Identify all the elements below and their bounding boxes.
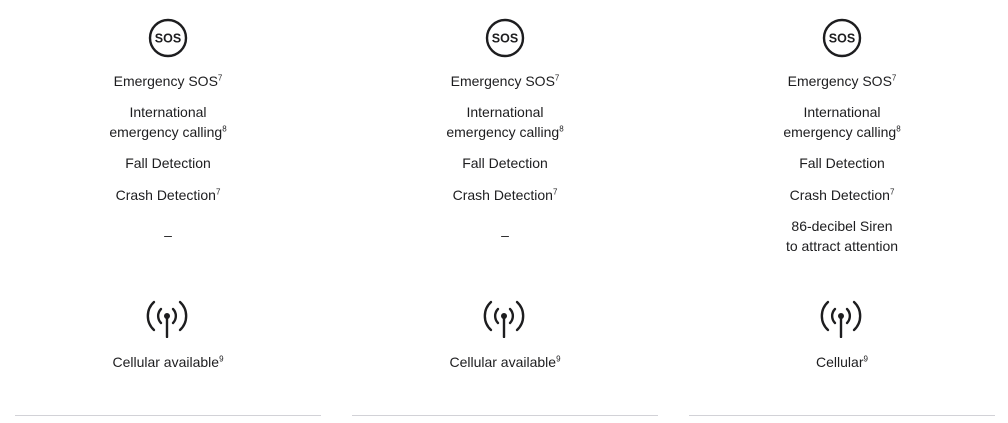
emergency-sos-label: Emergency SOS7	[787, 73, 897, 89]
cellular-antenna-icon	[483, 300, 525, 338]
column-divider	[15, 415, 321, 416]
fall-detection-label: Fall Detection	[462, 155, 548, 171]
fall-detection-label: Fall Detection	[125, 155, 211, 171]
footnote-ref: 9	[556, 354, 561, 364]
international-emergency-calling-label: International emergency calling8	[446, 104, 564, 140]
footnote-ref: 7	[891, 73, 897, 83]
footnote-ref: 8	[222, 124, 227, 134]
column-divider	[352, 415, 658, 416]
footnote-ref: 8	[559, 124, 564, 134]
crash-detection-label: Crash Detection7	[452, 187, 558, 203]
siren-label: 86-decibel Siren to attract attention	[785, 218, 899, 254]
comparison-column-1: SOS Emergency SOS7 International emergenc…	[15, 0, 321, 423]
footnote-ref: 7	[889, 187, 895, 197]
sos-icon: SOS	[485, 18, 525, 58]
column-divider	[689, 415, 995, 416]
siren-not-available: –	[501, 227, 509, 243]
cellular-label: Cellular9	[816, 354, 868, 370]
sos-icon-label: SOS	[829, 32, 855, 46]
footnote-ref: 7	[217, 73, 223, 83]
emergency-sos-label: Emergency SOS7	[450, 73, 560, 89]
footnote-ref: 7	[552, 187, 558, 197]
fall-detection-label: Fall Detection	[799, 155, 885, 171]
siren-not-available: –	[164, 227, 172, 243]
sos-icon: SOS	[148, 18, 188, 58]
sos-icon-label: SOS	[155, 32, 181, 46]
cellular-label: Cellular available9	[449, 354, 561, 370]
footnote-ref: 9	[219, 354, 224, 364]
footnote-ref: 8	[896, 124, 901, 134]
feature-comparison: SOS Emergency SOS7 International emergenc…	[0, 0, 1008, 423]
sos-icon-label: SOS	[492, 32, 518, 46]
footnote-ref: 7	[554, 73, 560, 83]
cellular-antenna-icon	[146, 300, 188, 338]
crash-detection-label: Crash Detection7	[115, 187, 221, 203]
sos-icon: SOS	[822, 18, 862, 58]
comparison-column-2: SOS Emergency SOS7 International emergenc…	[352, 0, 658, 423]
footnote-ref: 7	[215, 187, 221, 197]
international-emergency-calling-label: International emergency calling8	[109, 104, 227, 140]
footnote-ref: 9	[863, 354, 868, 364]
cellular-antenna-icon	[820, 300, 862, 338]
comparison-column-3: SOS Emergency SOS7 International emergenc…	[689, 0, 995, 423]
international-emergency-calling-label: International emergency calling8	[783, 104, 901, 140]
cellular-label: Cellular available9	[112, 354, 224, 370]
emergency-sos-label: Emergency SOS7	[113, 73, 223, 89]
crash-detection-label: Crash Detection7	[789, 187, 895, 203]
